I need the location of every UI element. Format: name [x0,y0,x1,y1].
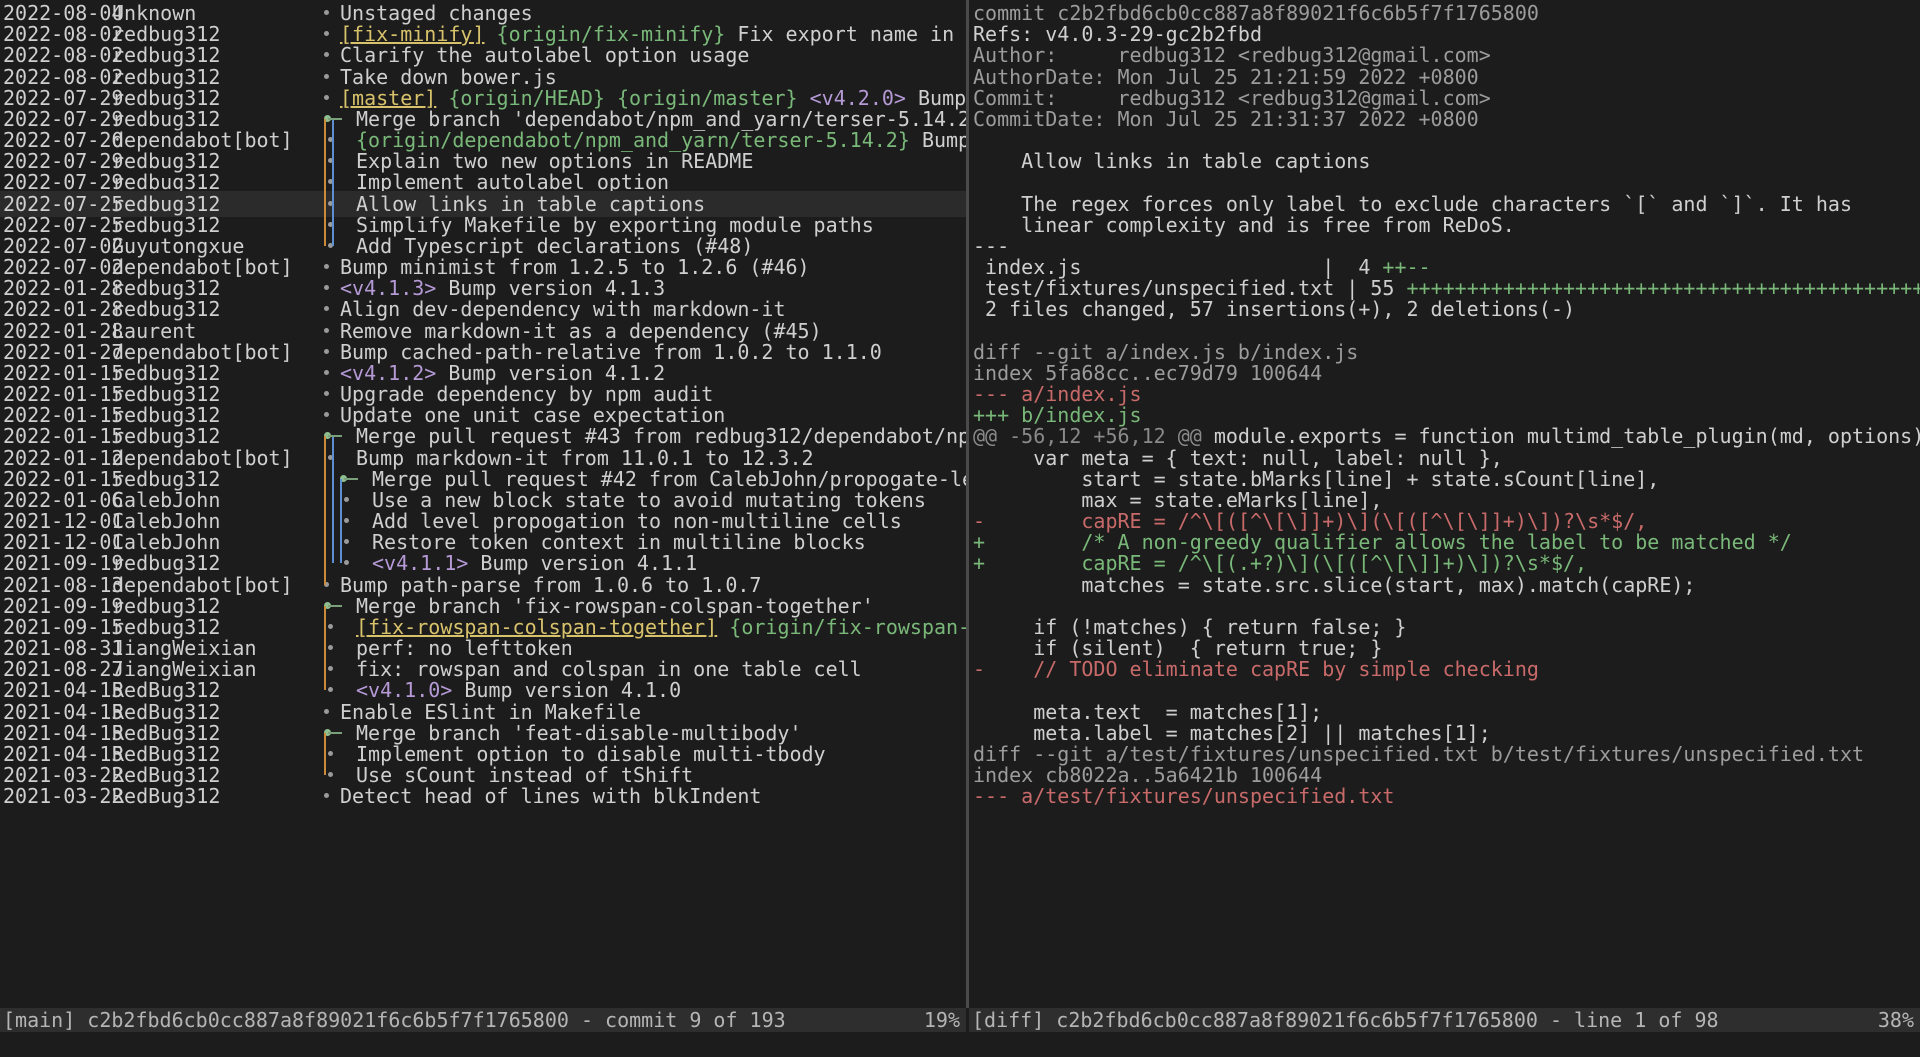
commit-row[interactable]: 2021-03-22 RedBug312 Detect head of lines … [0,783,966,809]
diff-status-text: [diff] c2b2fbd6cb0cc887a8f89021f6c6b5f7f… [972,1008,1719,1032]
log-status-text: [main] c2b2fbd6cb0cc887a8f89021f6c6b5f7f… [3,1008,786,1032]
diff-line: --- a/test/fixtures/unspecified.txt [969,783,1920,809]
commit-date: 2021-03-22 [3,784,124,809]
graph-branch-line [324,605,326,691]
graph-merge-line [328,731,342,734]
graph-branch-line [340,478,342,564]
commit-subject-line: Detect head of lines with blkIndent [340,783,761,809]
graph-merge-line [328,117,342,120]
log-scroll-percent: 19% [923,1008,960,1032]
commit-subject: Detect head of lines with blkIndent [340,784,762,809]
commit-author: RedBug312 [112,784,221,809]
diff-pane[interactable]: commit c2b2fbd6cb0cc887a8f89021f6c6b5f7f… [969,0,1920,1008]
graph-branch-line [332,118,334,246]
diff-status-bar: [diff] c2b2fbd6cb0cc887a8f89021f6c6b5f7f… [969,1008,1920,1032]
commit-log-pane[interactable]: 2022-08-04 Unknown Unstaged changes 2022-08… [0,0,966,1008]
graph-branch-line [332,436,334,564]
graph-branch-line [324,732,326,776]
log-status-bar: [main] c2b2fbd6cb0cc887a8f89021f6c6b5f7f… [0,1008,966,1032]
graph-branch-line [324,118,326,246]
diff-scroll-percent: 38% [1877,1008,1914,1032]
graph-branch-line [324,436,326,585]
graph-merge-line [344,477,358,480]
graph-merge-line [328,435,342,438]
diff-line-text: --- a/test/fixtures/unspecified.txt [973,784,1395,809]
graph-node [318,783,340,809]
graph-merge-line [328,604,342,607]
